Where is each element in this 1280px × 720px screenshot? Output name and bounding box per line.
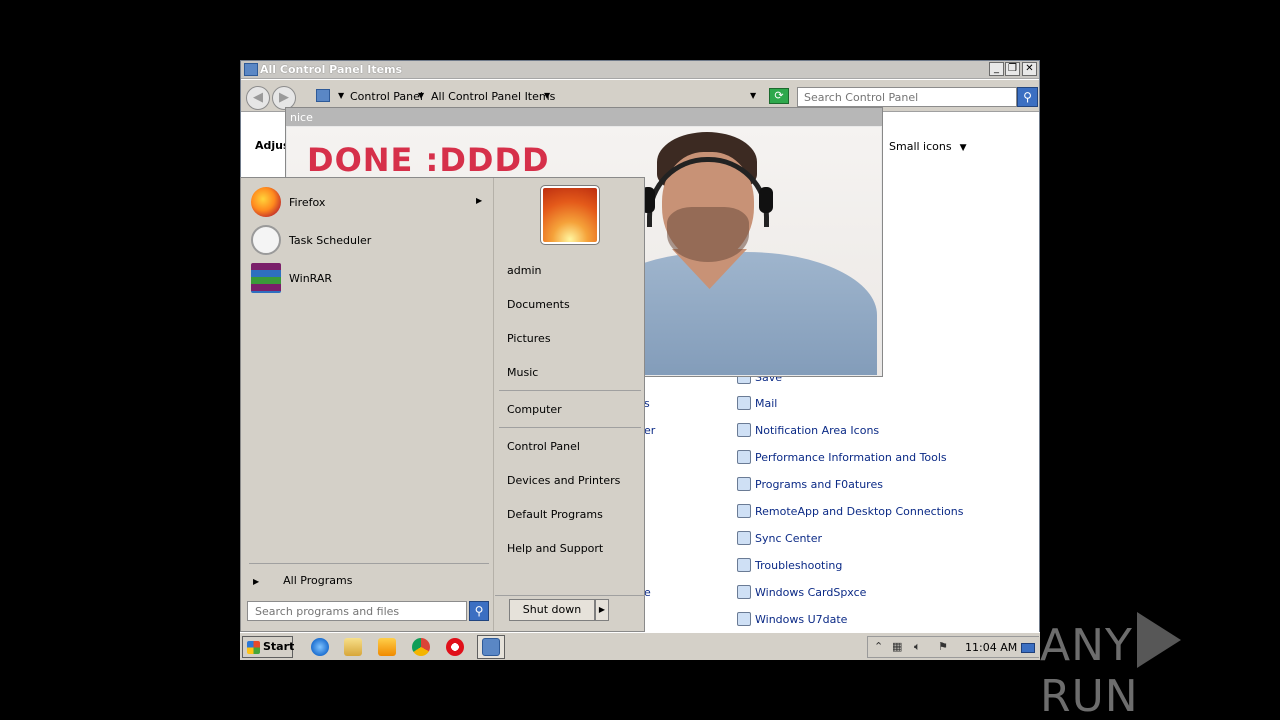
search-icon[interactable]: ⚲ <box>469 601 489 621</box>
start-menu-places-pane: admin Documents Pictures Music Computer … <box>495 178 645 631</box>
view-by-dropdown[interactable]: Small icons ▼ <box>889 140 967 153</box>
start-link-control-panel[interactable]: Control Panel <box>507 440 580 453</box>
user-avatar[interactable] <box>540 185 600 245</box>
action-center-flag-icon[interactable]: ⚑ <box>938 640 948 653</box>
start-link-computer[interactable]: Computer <box>507 403 562 416</box>
expand-arrow-icon: ▶ <box>253 577 260 586</box>
chevron-down-icon[interactable]: ▼ <box>338 91 344 100</box>
sync-icon <box>737 531 751 545</box>
popup-banner-text: DONE :DDDD <box>307 141 550 179</box>
window-title: All Control Panel Items <box>260 63 403 76</box>
control-panel-icon <box>244 63 258 76</box>
mail-icon <box>737 396 751 410</box>
control-panel-item-mail[interactable]: Mail <box>737 396 777 412</box>
control-panel-icon[interactable] <box>482 638 500 656</box>
shutdown-options-arrow-icon[interactable]: ▶ <box>595 599 609 621</box>
programs-icon <box>737 477 751 491</box>
control-panel-icon <box>316 89 330 102</box>
control-panel-item-cardspace[interactable]: Windows CardSpxce <box>737 585 866 601</box>
breadcrumb-all-items[interactable]: All Control Panel Items <box>431 90 555 103</box>
popup-title: nice <box>290 111 313 124</box>
troubleshooting-icon <box>737 558 751 572</box>
firefox-icon <box>251 187 281 217</box>
program-item-task-scheduler[interactable]: Task Scheduler <box>249 224 489 256</box>
start-link-documents[interactable]: Documents <box>507 298 570 311</box>
windows-logo-icon <box>247 641 260 654</box>
play-icon <box>1136 612 1181 668</box>
close-button[interactable]: ✕ <box>1022 62 1037 76</box>
network-icon[interactable]: ▦ <box>892 640 902 653</box>
winrar-icon <box>251 263 281 293</box>
divider <box>499 427 641 428</box>
hidden-item-fragment[interactable]: er <box>644 424 655 437</box>
notification-area-icon <box>737 423 751 437</box>
control-panel-item-sync-center[interactable]: Sync Center <box>737 531 822 547</box>
restore-button[interactable]: ❐ <box>1005 62 1020 76</box>
chevron-down-icon: ▼ <box>959 143 967 153</box>
anyrun-watermark: ANYRUN <box>1040 612 1280 720</box>
chrome-icon[interactable] <box>412 638 430 656</box>
opera-icon[interactable] <box>446 638 464 656</box>
back-arrow-icon[interactable]: ◀ <box>246 86 270 110</box>
minimize-button[interactable]: _ <box>989 62 1004 76</box>
control-panel-item-remoteapp[interactable]: RemoteApp and Desktop Connections <box>737 504 963 520</box>
start-link-music[interactable]: Music <box>507 366 538 379</box>
control-panel-item-troubleshooting[interactable]: Troubleshooting <box>737 558 842 574</box>
search-icon[interactable]: ⚲ <box>1017 87 1038 107</box>
divider <box>249 563 489 564</box>
start-link-pictures[interactable]: Pictures <box>507 332 551 345</box>
shutdown-button[interactable]: Shut down <box>509 599 595 621</box>
history-dropdown-icon[interactable]: ▼ <box>750 91 756 100</box>
performance-icon <box>737 450 751 464</box>
all-programs-link[interactable]: ▶ All Programs <box>253 574 352 587</box>
window-titlebar[interactable]: All Control Panel Items _ ❐ ✕ <box>241 61 1039 79</box>
control-panel-item-programs[interactable]: Programs and F0atures <box>737 477 883 493</box>
explorer-icon[interactable] <box>344 638 362 656</box>
clock-icon <box>251 225 281 255</box>
control-panel-item-performance[interactable]: Performance Information and Tools <box>737 450 947 466</box>
divider <box>495 595 645 596</box>
control-panel-item-notification-area[interactable]: Notification Area Icons <box>737 423 879 439</box>
view-by-value: Small icons <box>889 140 952 153</box>
headset-ear-right <box>759 187 773 213</box>
address-bar[interactable]: ▼ Control Panel ▼ All Control Panel Item… <box>312 86 765 106</box>
submenu-arrow-icon: ▶ <box>476 196 483 205</box>
start-search-input[interactable] <box>247 601 467 621</box>
start-link-user[interactable]: admin <box>507 264 541 277</box>
start-menu: Firefox ▶ Task Scheduler WinRAR ▶ All Pro… <box>240 177 645 632</box>
taskbar: Start ⌃ ▦ 🔈︎ ⚑ 11:04 AM <box>240 632 1040 660</box>
media-player-icon[interactable] <box>378 638 396 656</box>
start-link-help-support[interactable]: Help and Support <box>507 542 603 555</box>
popup-titlebar[interactable]: nice <box>286 108 882 126</box>
show-hidden-icons-icon[interactable]: ⌃ <box>874 640 883 653</box>
start-menu-programs-pane: Firefox ▶ Task Scheduler WinRAR ▶ All Pro… <box>241 178 494 631</box>
program-item-winrar[interactable]: WinRAR <box>249 262 489 294</box>
cardspace-icon <box>737 585 751 599</box>
taskbar-clock[interactable]: 11:04 AM <box>965 641 1017 654</box>
windows-update-icon <box>737 612 751 626</box>
breadcrumb-control-panel[interactable]: Control Panel <box>350 90 423 103</box>
start-button[interactable]: Start <box>242 636 294 658</box>
hidden-item-fragment[interactable]: e <box>644 586 651 599</box>
chevron-down-icon[interactable]: ▼ <box>544 91 550 100</box>
start-link-default-programs[interactable]: Default Programs <box>507 508 603 521</box>
control-panel-item-windows-update[interactable]: Windows U7date <box>737 612 847 628</box>
chevron-down-icon[interactable]: ▼ <box>418 91 424 100</box>
refresh-icon[interactable]: ⟳ <box>769 88 789 104</box>
show-desktop-icon[interactable] <box>1021 643 1035 653</box>
desktop-screen: All Control Panel Items _ ❐ ✕ ◀ ▶ ▼ Cont… <box>240 60 1040 660</box>
volume-icon[interactable]: 🔈︎ <box>914 640 921 654</box>
remoteapp-icon <box>737 504 751 518</box>
search-input[interactable] <box>797 87 1017 107</box>
divider <box>499 390 641 391</box>
ie-icon[interactable] <box>311 638 329 656</box>
program-item-firefox[interactable]: Firefox ▶ <box>249 186 489 218</box>
start-link-devices-printers[interactable]: Devices and Printers <box>507 474 620 487</box>
